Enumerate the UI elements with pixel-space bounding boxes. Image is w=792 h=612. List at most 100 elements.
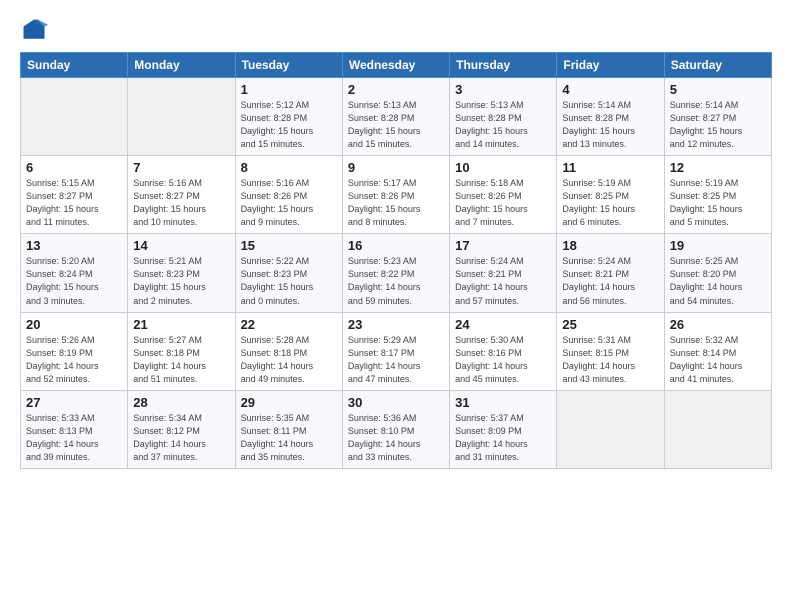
calendar-body: 1Sunrise: 5:12 AM Sunset: 8:28 PM Daylig… xyxy=(21,78,772,469)
day-info: Sunrise: 5:30 AM Sunset: 8:16 PM Dayligh… xyxy=(455,334,551,386)
calendar-cell: 26 Sunrise: 5:32 AM Sunset: 8:14 PM Dayli… xyxy=(664,312,771,390)
week-row-2: 6 Sunrise: 5:15 AM Sunset: 8:27 PM Daylig… xyxy=(21,156,772,234)
dow-header-friday: Friday xyxy=(557,53,664,78)
calendar-cell: 5 Sunrise: 5:14 AM Sunset: 8:27 PM Daylig… xyxy=(664,78,771,156)
day-info: Sunrise: 5:24 AM Sunset: 8:21 PM Dayligh… xyxy=(455,255,551,307)
calendar-cell: 18 Sunrise: 5:24 AM Sunset: 8:21 PM Dayli… xyxy=(557,234,664,312)
day-number: 15 xyxy=(241,238,337,253)
calendar-cell: 4 Sunrise: 5:14 AM Sunset: 8:28 PM Daylig… xyxy=(557,78,664,156)
day-info: Sunrise: 5:21 AM Sunset: 8:23 PM Dayligh… xyxy=(133,255,229,307)
day-info: Sunrise: 5:27 AM Sunset: 8:18 PM Dayligh… xyxy=(133,334,229,386)
day-number: 6 xyxy=(26,160,122,175)
day-info: Sunrise: 5:13 AM Sunset: 8:28 PM Dayligh… xyxy=(455,99,551,151)
calendar-cell: 20Sunrise: 5:26 AM Sunset: 8:19 PM Dayli… xyxy=(21,312,128,390)
calendar-cell: 21 Sunrise: 5:27 AM Sunset: 8:18 PM Dayli… xyxy=(128,312,235,390)
day-info: Sunrise: 5:18 AM Sunset: 8:26 PM Dayligh… xyxy=(455,177,551,229)
week-row-5: 27Sunrise: 5:33 AM Sunset: 8:13 PM Dayli… xyxy=(21,390,772,468)
calendar-cell: 24 Sunrise: 5:30 AM Sunset: 8:16 PM Dayli… xyxy=(450,312,557,390)
days-of-week-row: SundayMondayTuesdayWednesdayThursdayFrid… xyxy=(21,53,772,78)
calendar-cell: 30Sunrise: 5:36 AM Sunset: 8:10 PM Dayli… xyxy=(342,390,449,468)
calendar-cell: 22Sunrise: 5:28 AM Sunset: 8:18 PM Dayli… xyxy=(235,312,342,390)
day-number: 16 xyxy=(348,238,444,253)
page: SundayMondayTuesdayWednesdayThursdayFrid… xyxy=(0,0,792,612)
day-info: Sunrise: 5:35 AM Sunset: 8:11 PM Dayligh… xyxy=(241,412,337,464)
logo xyxy=(20,16,52,44)
dow-header-thursday: Thursday xyxy=(450,53,557,78)
calendar-cell: 19Sunrise: 5:25 AM Sunset: 8:20 PM Dayli… xyxy=(664,234,771,312)
day-number: 13 xyxy=(26,238,122,253)
dow-header-monday: Monday xyxy=(128,53,235,78)
day-info: Sunrise: 5:32 AM Sunset: 8:14 PM Dayligh… xyxy=(670,334,766,386)
calendar-cell: 14 Sunrise: 5:21 AM Sunset: 8:23 PM Dayli… xyxy=(128,234,235,312)
day-info: Sunrise: 5:31 AM Sunset: 8:15 PM Dayligh… xyxy=(562,334,658,386)
calendar-cell: 27Sunrise: 5:33 AM Sunset: 8:13 PM Dayli… xyxy=(21,390,128,468)
week-row-1: 1Sunrise: 5:12 AM Sunset: 8:28 PM Daylig… xyxy=(21,78,772,156)
calendar-cell xyxy=(664,390,771,468)
day-info: Sunrise: 5:14 AM Sunset: 8:28 PM Dayligh… xyxy=(562,99,658,151)
day-number: 31 xyxy=(455,395,551,410)
calendar-cell xyxy=(557,390,664,468)
day-number: 25 xyxy=(562,317,658,332)
dow-header-saturday: Saturday xyxy=(664,53,771,78)
day-number: 8 xyxy=(241,160,337,175)
day-info: Sunrise: 5:22 AM Sunset: 8:23 PM Dayligh… xyxy=(241,255,337,307)
week-row-3: 13 Sunrise: 5:20 AM Sunset: 8:24 PM Dayli… xyxy=(21,234,772,312)
day-number: 17 xyxy=(455,238,551,253)
day-number: 14 xyxy=(133,238,229,253)
calendar-cell: 8 Sunrise: 5:16 AM Sunset: 8:26 PM Daylig… xyxy=(235,156,342,234)
day-number: 26 xyxy=(670,317,766,332)
day-number: 9 xyxy=(348,160,444,175)
day-info: Sunrise: 5:12 AM Sunset: 8:28 PM Dayligh… xyxy=(241,99,337,151)
calendar-cell xyxy=(128,78,235,156)
day-number: 24 xyxy=(455,317,551,332)
day-number: 29 xyxy=(241,395,337,410)
day-info: Sunrise: 5:23 AM Sunset: 8:22 PM Dayligh… xyxy=(348,255,444,307)
calendar-cell: 15 Sunrise: 5:22 AM Sunset: 8:23 PM Dayli… xyxy=(235,234,342,312)
calendar-table: SundayMondayTuesdayWednesdayThursdayFrid… xyxy=(20,52,772,469)
day-info: Sunrise: 5:20 AM Sunset: 8:24 PM Dayligh… xyxy=(26,255,122,307)
day-number: 5 xyxy=(670,82,766,97)
day-info: Sunrise: 5:16 AM Sunset: 8:27 PM Dayligh… xyxy=(133,177,229,229)
day-number: 18 xyxy=(562,238,658,253)
calendar-cell: 3Sunrise: 5:13 AM Sunset: 8:28 PM Daylig… xyxy=(450,78,557,156)
day-info: Sunrise: 5:29 AM Sunset: 8:17 PM Dayligh… xyxy=(348,334,444,386)
day-info: Sunrise: 5:19 AM Sunset: 8:25 PM Dayligh… xyxy=(562,177,658,229)
day-info: Sunrise: 5:33 AM Sunset: 8:13 PM Dayligh… xyxy=(26,412,122,464)
day-info: Sunrise: 5:26 AM Sunset: 8:19 PM Dayligh… xyxy=(26,334,122,386)
day-number: 23 xyxy=(348,317,444,332)
day-number: 2 xyxy=(348,82,444,97)
day-info: Sunrise: 5:16 AM Sunset: 8:26 PM Dayligh… xyxy=(241,177,337,229)
day-number: 11 xyxy=(562,160,658,175)
calendar-cell: 12 Sunrise: 5:19 AM Sunset: 8:25 PM Dayli… xyxy=(664,156,771,234)
day-number: 19 xyxy=(670,238,766,253)
dow-header-wednesday: Wednesday xyxy=(342,53,449,78)
calendar-cell: 29 Sunrise: 5:35 AM Sunset: 8:11 PM Dayli… xyxy=(235,390,342,468)
calendar-cell: 28 Sunrise: 5:34 AM Sunset: 8:12 PM Dayli… xyxy=(128,390,235,468)
day-info: Sunrise: 5:34 AM Sunset: 8:12 PM Dayligh… xyxy=(133,412,229,464)
calendar-cell: 9 Sunrise: 5:17 AM Sunset: 8:26 PM Daylig… xyxy=(342,156,449,234)
day-number: 4 xyxy=(562,82,658,97)
calendar-cell: 13 Sunrise: 5:20 AM Sunset: 8:24 PM Dayli… xyxy=(21,234,128,312)
calendar-cell: 2Sunrise: 5:13 AM Sunset: 8:28 PM Daylig… xyxy=(342,78,449,156)
day-info: Sunrise: 5:24 AM Sunset: 8:21 PM Dayligh… xyxy=(562,255,658,307)
day-info: Sunrise: 5:15 AM Sunset: 8:27 PM Dayligh… xyxy=(26,177,122,229)
day-number: 21 xyxy=(133,317,229,332)
calendar-cell: 16 Sunrise: 5:23 AM Sunset: 8:22 PM Dayli… xyxy=(342,234,449,312)
day-number: 12 xyxy=(670,160,766,175)
header xyxy=(20,16,772,44)
day-info: Sunrise: 5:19 AM Sunset: 8:25 PM Dayligh… xyxy=(670,177,766,229)
week-row-4: 20Sunrise: 5:26 AM Sunset: 8:19 PM Dayli… xyxy=(21,312,772,390)
day-info: Sunrise: 5:17 AM Sunset: 8:26 PM Dayligh… xyxy=(348,177,444,229)
day-number: 7 xyxy=(133,160,229,175)
calendar-cell: 10 Sunrise: 5:18 AM Sunset: 8:26 PM Dayli… xyxy=(450,156,557,234)
day-number: 30 xyxy=(348,395,444,410)
calendar-cell: 11 Sunrise: 5:19 AM Sunset: 8:25 PM Dayli… xyxy=(557,156,664,234)
calendar-cell xyxy=(21,78,128,156)
calendar-cell: 1Sunrise: 5:12 AM Sunset: 8:28 PM Daylig… xyxy=(235,78,342,156)
dow-header-sunday: Sunday xyxy=(21,53,128,78)
day-info: Sunrise: 5:14 AM Sunset: 8:27 PM Dayligh… xyxy=(670,99,766,151)
day-number: 28 xyxy=(133,395,229,410)
logo-icon xyxy=(20,16,48,44)
calendar-cell: 23 Sunrise: 5:29 AM Sunset: 8:17 PM Dayli… xyxy=(342,312,449,390)
day-number: 10 xyxy=(455,160,551,175)
